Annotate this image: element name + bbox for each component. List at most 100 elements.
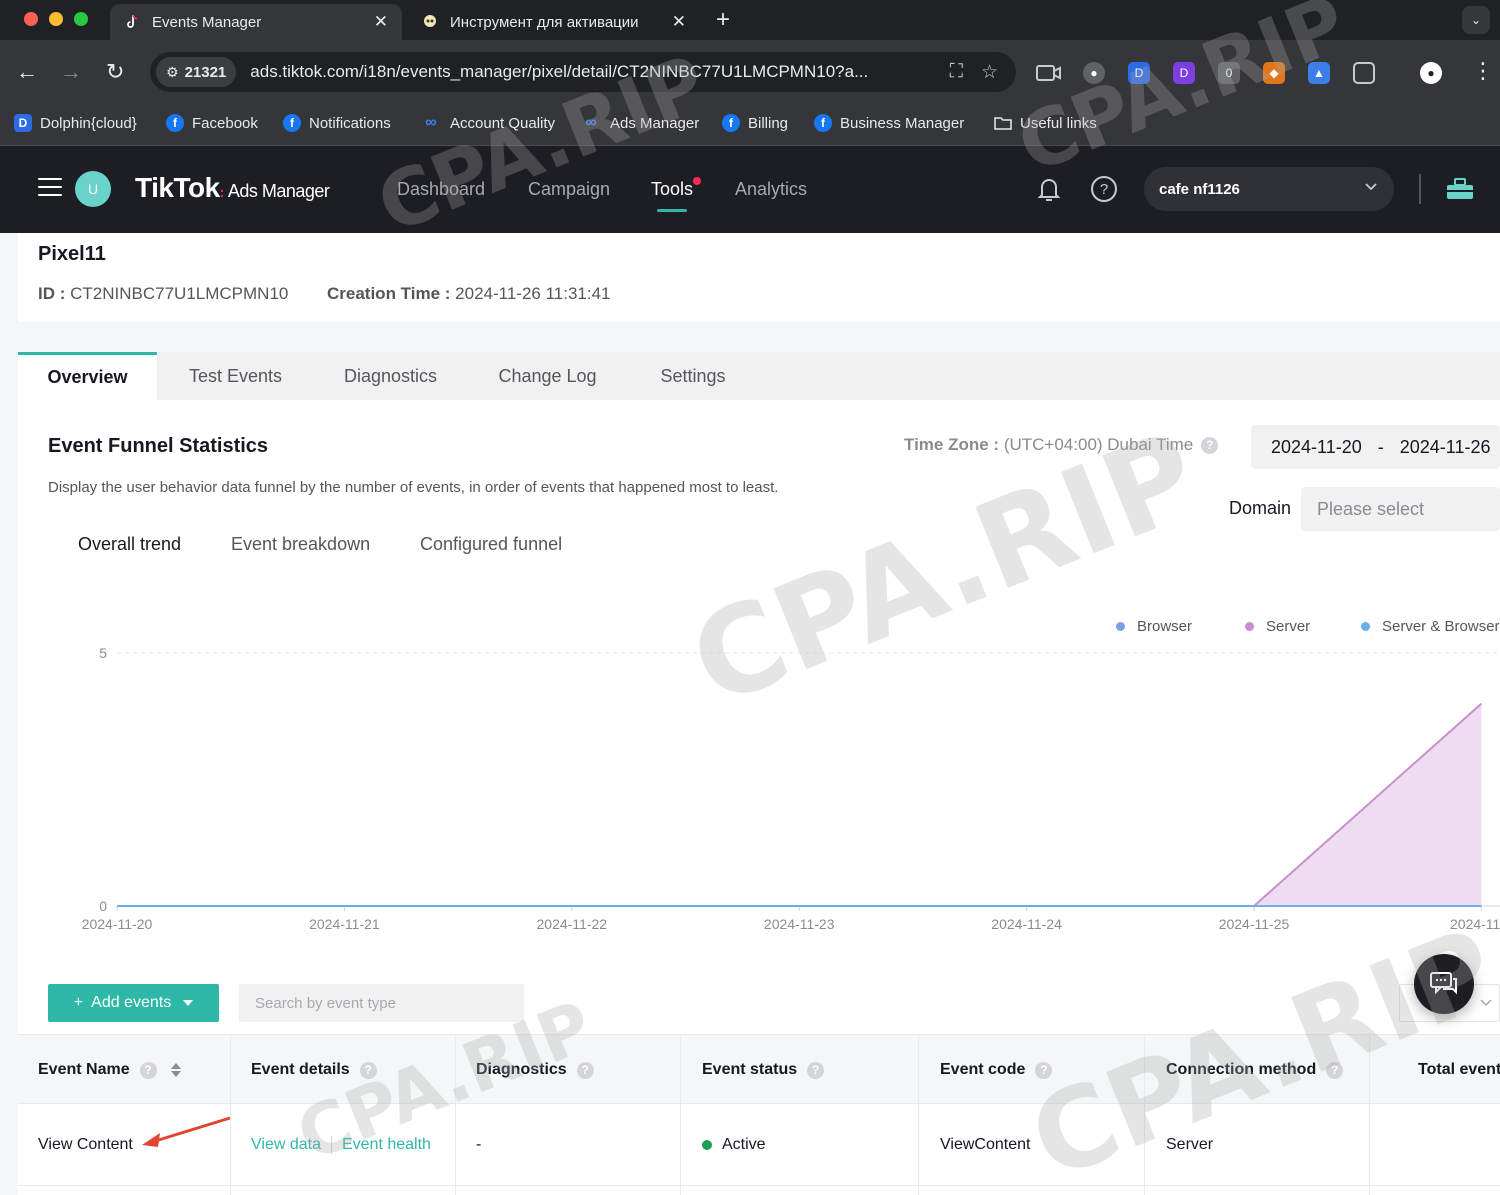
tab-settings[interactable]: Settings <box>638 352 748 400</box>
toolbox-icon[interactable] <box>1445 177 1475 201</box>
subtab-configured-funnel[interactable]: Configured funnel <box>420 534 562 555</box>
facebook-icon: f <box>722 114 740 132</box>
translate-icon[interactable]: ⛶ <box>950 61 963 84</box>
col-diagnostics: Diagnostics? <box>476 1035 594 1105</box>
bookmark-star-icon[interactable]: ☆ <box>981 61 998 84</box>
image-extension-icon[interactable]: ▲ <box>1308 62 1330 84</box>
column-divider <box>455 1034 456 1195</box>
bookmark-notifications[interactable]: f Notifications <box>283 114 391 132</box>
nav-dashboard[interactable]: Dashboard <box>397 179 485 200</box>
tiktok-logo[interactable]: TikTok: Ads Manager <box>135 172 330 204</box>
help-icon[interactable]: ? <box>359 1061 377 1079</box>
bookmark-facebook[interactable]: f Facebook <box>166 114 258 132</box>
chat-support-button[interactable] <box>1414 954 1474 1014</box>
dolphin-icon: D <box>14 114 32 132</box>
camera-icon[interactable] <box>1036 64 1062 82</box>
nav-analytics[interactable]: Analytics <box>735 179 807 200</box>
metamask-extension-icon[interactable]: ◆ <box>1263 62 1285 84</box>
active-nav-underline <box>657 209 688 212</box>
help-icon[interactable]: ? <box>1201 437 1219 455</box>
bookmark-useful-links[interactable]: Useful links <box>994 114 1097 132</box>
browser-menu-icon[interactable]: ⋮ <box>1472 58 1494 84</box>
col-connection-method: Connection method? <box>1166 1035 1344 1105</box>
y-tick-label: 5 <box>99 645 107 661</box>
view-data-link[interactable]: View data <box>251 1136 321 1154</box>
purple-extension-icon[interactable]: D <box>1173 62 1195 84</box>
extensions-puzzle-icon[interactable] <box>1353 62 1375 84</box>
help-icon[interactable]: ? <box>576 1061 594 1079</box>
folder-icon <box>994 117 1012 130</box>
nav-tools[interactable]: Tools <box>651 177 702 212</box>
tab-test-events[interactable]: Test Events <box>168 352 303 400</box>
site-info-chip[interactable]: ⚙ 21321 <box>156 57 237 87</box>
cell-connection-method: Server <box>1166 1136 1214 1153</box>
close-window-button[interactable] <box>24 12 38 26</box>
close-tab-icon[interactable]: ✕ <box>374 12 388 32</box>
maximize-window-button[interactable] <box>74 12 88 26</box>
cookie-extension-icon[interactable]: ● <box>1083 62 1105 84</box>
tab-change-log[interactable]: Change Log <box>480 352 615 400</box>
event-search-input[interactable] <box>239 984 524 1022</box>
forward-icon[interactable]: → <box>60 58 82 86</box>
tab-title: Инструмент для активации <box>450 13 639 31</box>
chevron-down-icon <box>1480 999 1492 1007</box>
date-start: 2024-11-20 <box>1271 436 1362 457</box>
column-divider <box>1369 1034 1370 1195</box>
add-events-label: Add events <box>91 994 172 1011</box>
bell-icon[interactable] <box>1034 174 1064 204</box>
browser-tab-events-manager[interactable]: Events Manager ✕ <box>110 4 402 40</box>
counter-extension-icon[interactable]: 0 <box>1218 62 1240 84</box>
dolphin-extension-icon[interactable]: D <box>1128 62 1150 84</box>
tab-diagnostics[interactable]: Diagnostics <box>323 352 458 400</box>
close-tab-icon[interactable]: ✕ <box>672 12 686 32</box>
minimize-window-button[interactable] <box>49 12 63 26</box>
bookmark-ads-manager[interactable]: ∞ Ads Manager <box>580 114 699 132</box>
tune-icon: ⚙ <box>166 63 179 80</box>
url-text[interactable]: ads.tiktok.com/i18n/events_manager/pixel… <box>250 62 930 82</box>
col-event-name[interactable]: Event Name? <box>38 1035 181 1105</box>
cell-event-details: View data Event health <box>251 1104 431 1186</box>
menu-icon[interactable] <box>38 178 62 198</box>
y-tick-label: 0 <box>99 898 107 914</box>
add-events-button[interactable]: + Add events <box>48 984 219 1022</box>
tab-search-icon[interactable]: ⌄ <box>1462 6 1490 34</box>
bookmark-dolphin[interactable]: D Dolphin{cloud} <box>14 114 137 132</box>
help-icon[interactable]: ? <box>1089 174 1119 204</box>
column-divider <box>918 1034 919 1195</box>
address-bar[interactable]: ⚙ 21321 ads.tiktok.com/i18n/events_manag… <box>150 52 1016 92</box>
browser-tab-bar: Events Manager ✕ Инструмент для активаци… <box>0 0 1500 40</box>
col-event-code: Event code? <box>940 1035 1053 1105</box>
subtab-overall-trend[interactable]: Overall trend <box>78 534 181 555</box>
date-separator: - <box>1377 436 1384 457</box>
new-tab-icon[interactable]: + <box>716 6 730 34</box>
date-range-picker[interactable]: 2024-11-20 - 2024-11-26 <box>1251 425 1500 469</box>
x-tick-label: 2024-11-25 <box>1219 916 1290 932</box>
annotation-arrow <box>142 1116 231 1147</box>
help-icon[interactable]: ? <box>1035 1061 1053 1079</box>
browser-toolbar: ← → ↻ ⚙ 21321 ads.tiktok.com/i18n/events… <box>0 40 1500 104</box>
help-icon[interactable]: ? <box>139 1061 157 1079</box>
facebook-icon: f <box>166 114 184 132</box>
nav-campaign[interactable]: Campaign <box>528 179 610 200</box>
tab-overview[interactable]: Overview <box>18 352 157 400</box>
series-area-server <box>117 703 1482 906</box>
help-icon[interactable]: ? <box>1326 1061 1344 1079</box>
avatar[interactable]: U <box>75 171 111 207</box>
sort-icon[interactable] <box>170 1063 181 1077</box>
subtab-event-breakdown[interactable]: Event breakdown <box>231 534 370 555</box>
profile-icon[interactable]: ● <box>1420 62 1442 84</box>
table-row: View Content View data Event health - Ac… <box>18 1104 1500 1186</box>
event-health-link[interactable]: Event health <box>342 1136 431 1154</box>
bookmark-account-quality[interactable]: ∞ Account Quality <box>420 114 555 132</box>
bookmark-business-manager[interactable]: f Business Manager <box>814 114 964 132</box>
account-selector[interactable]: cafe nf1126 <box>1144 167 1394 211</box>
domain-select[interactable]: Please select <box>1301 487 1500 531</box>
column-divider <box>1144 1034 1145 1195</box>
reload-icon[interactable]: ↻ <box>106 58 124 86</box>
help-icon[interactable]: ? <box>807 1061 825 1079</box>
bookmark-billing[interactable]: f Billing <box>722 114 788 132</box>
browser-tab-activation-tool[interactable]: Инструмент для активации ✕ <box>408 4 700 40</box>
back-icon[interactable]: ← <box>16 58 38 86</box>
event-trend-chart: 0 5 2024-11-20 2024-11-21 2024-11-22 2024-11-… <box>82 645 1500 932</box>
meta-icon: ∞ <box>425 114 437 131</box>
